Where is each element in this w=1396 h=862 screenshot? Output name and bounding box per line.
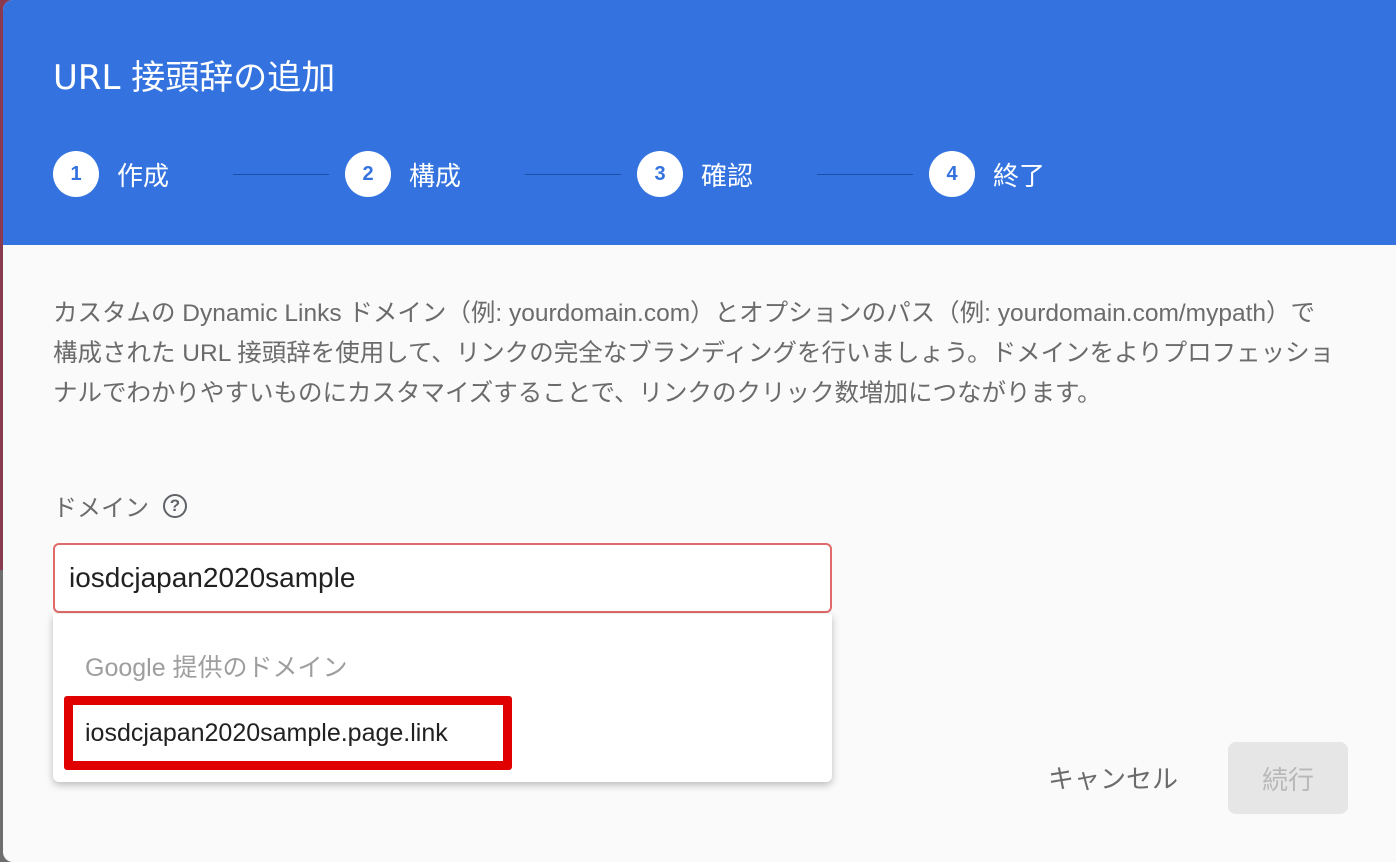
- step-number: 4: [929, 151, 975, 197]
- step-number: 3: [637, 151, 683, 197]
- step-connector: [525, 174, 621, 175]
- add-url-prefix-dialog: URL 接頭辞の追加 1 作成 2 構成 3 確認 4 終了 カスタムの Dyn…: [3, 0, 1396, 862]
- cancel-button[interactable]: キャンセル: [1023, 745, 1203, 809]
- step-connector: [817, 174, 913, 175]
- step-number: 1: [53, 151, 99, 197]
- step-create: 1 作成: [53, 150, 169, 198]
- domain-suggestion-option[interactable]: iosdcjapan2020sample.page.link: [64, 696, 512, 770]
- step-configure: 2 構成: [345, 150, 461, 198]
- step-connector: [233, 174, 329, 175]
- dialog-title: URL 接頭辞の追加: [53, 58, 336, 98]
- dialog-header: URL 接頭辞の追加 1 作成 2 構成 3 確認 4 終了: [3, 0, 1396, 245]
- step-label: 作成: [117, 161, 170, 192]
- help-circle-icon[interactable]: ?: [163, 493, 187, 518]
- step-label: 確認: [701, 161, 754, 192]
- dialog-description: カスタムの Dynamic Links ドメイン（例: yourdomain.c…: [53, 300, 1335, 407]
- domain-field-label: ドメイン ?: [53, 488, 187, 523]
- continue-button[interactable]: 続行: [1228, 742, 1348, 814]
- domain-suggestions-dropdown: Google 提供のドメイン iosdcjapan2020sample.page…: [53, 614, 832, 782]
- domain-label-text: ドメイン: [53, 494, 149, 522]
- step-label: 終了: [993, 161, 1046, 192]
- suggestions-header: Google 提供のドメイン: [85, 654, 348, 682]
- step-label: 構成: [409, 161, 462, 192]
- step-finish: 4 終了: [929, 150, 1045, 198]
- domain-input[interactable]: [53, 543, 832, 613]
- step-review: 3 確認: [637, 150, 753, 198]
- step-number: 2: [345, 151, 391, 197]
